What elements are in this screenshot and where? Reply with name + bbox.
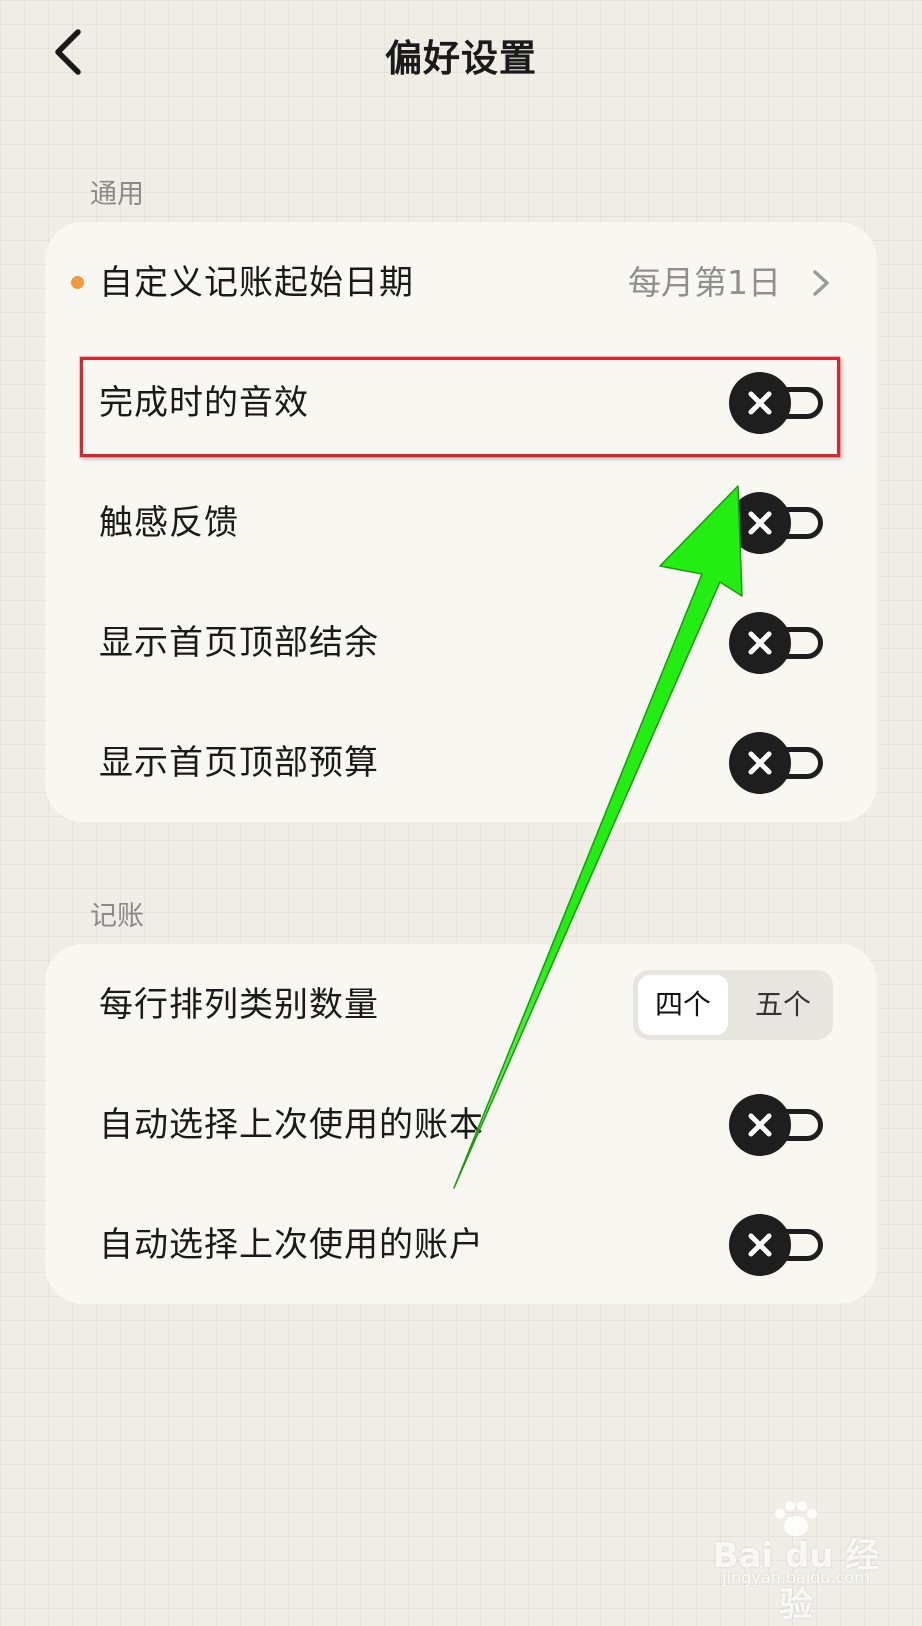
x-icon xyxy=(748,1113,772,1137)
haptic-feedback-label: 触感反馈 xyxy=(99,503,239,543)
watermark: Bai du 经验 jingyan.baidu.com xyxy=(706,1498,886,1625)
sound-effect-row: 完成时的音效 xyxy=(45,342,877,464)
sound-effect-label: 完成时的音效 xyxy=(99,383,309,423)
category-count-segmented-control: 四个 五个 xyxy=(633,970,833,1040)
category-count-label: 每行排列类别数量 xyxy=(99,985,379,1025)
new-badge-dot xyxy=(71,276,84,289)
show-balance-label: 显示首页顶部结余 xyxy=(99,623,379,663)
auto-select-account-row: 自动选择上次使用的账户 xyxy=(45,1184,877,1306)
x-icon xyxy=(748,631,772,655)
general-settings-card: 自定义记账起始日期 每月第1日 完成时的音效 触感反馈 显示首页顶部结余 显示首… xyxy=(45,222,877,822)
auto-select-ledger-label: 自动选择上次使用的账本 xyxy=(99,1105,484,1145)
show-budget-toggle[interactable] xyxy=(729,732,829,794)
page-title: 偏好设置 xyxy=(385,37,537,80)
show-budget-row: 显示首页顶部预算 xyxy=(45,702,877,824)
watermark-url: jingyan.baidu.com xyxy=(722,1568,870,1587)
chevron-right-icon xyxy=(809,266,833,300)
start-date-value: 每月第1日 xyxy=(628,263,781,302)
section-label-bookkeeping: 记账 xyxy=(90,901,144,932)
haptic-feedback-toggle[interactable] xyxy=(729,492,829,554)
header: 偏好设置 xyxy=(0,0,922,110)
bookkeeping-settings-card: 每行排列类别数量 四个 五个 自动选择上次使用的账本 自动选择上次使用的账户 xyxy=(45,944,877,1304)
x-icon xyxy=(748,511,772,535)
show-balance-toggle[interactable] xyxy=(729,612,829,674)
auto-select-account-label: 自动选择上次使用的账户 xyxy=(99,1225,484,1265)
start-date-label: 自定义记账起始日期 xyxy=(99,263,414,303)
section-label-general: 通用 xyxy=(90,179,144,210)
category-count-row: 每行排列类别数量 四个 五个 xyxy=(45,944,877,1066)
auto-select-ledger-row: 自动选择上次使用的账本 xyxy=(45,1064,877,1186)
show-balance-row: 显示首页顶部结余 xyxy=(45,582,877,704)
x-icon xyxy=(748,1233,772,1257)
show-budget-label: 显示首页顶部预算 xyxy=(99,743,379,783)
segment-five[interactable]: 五个 xyxy=(738,975,828,1035)
auto-select-ledger-toggle[interactable] xyxy=(729,1094,829,1156)
x-icon xyxy=(748,751,772,775)
start-date-row[interactable]: 自定义记账起始日期 每月第1日 xyxy=(45,222,877,344)
auto-select-account-toggle[interactable] xyxy=(729,1214,829,1276)
sound-effect-toggle[interactable] xyxy=(729,372,829,434)
segment-four[interactable]: 四个 xyxy=(638,975,728,1035)
x-icon xyxy=(748,391,772,415)
haptic-feedback-row: 触感反馈 xyxy=(45,462,877,584)
